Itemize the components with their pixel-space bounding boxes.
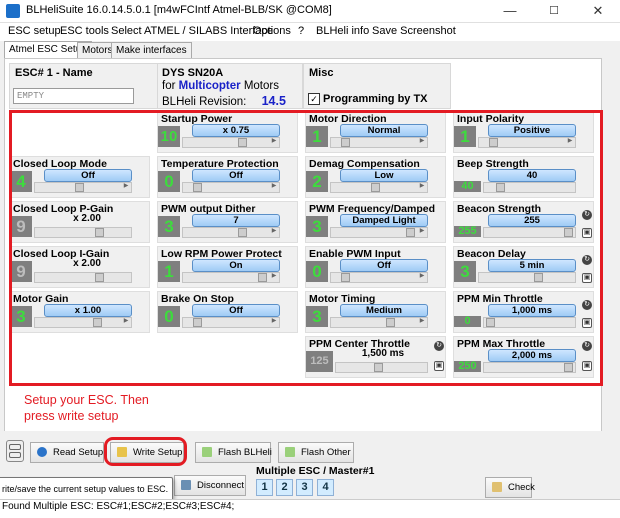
menu-save-screenshot[interactable]: Save Screenshot: [372, 25, 456, 37]
misc-label: Misc: [309, 67, 334, 79]
esc-select-2[interactable]: 2: [276, 479, 293, 496]
motors-text: Motors: [243, 80, 279, 92]
write-setup-tooltip: rite/save the current setup values to ES…: [0, 477, 173, 501]
esc-name-label: ESC# 1 - Name: [15, 67, 93, 79]
menu-esc-tools[interactable]: ESC tools: [60, 25, 109, 37]
misc-box: Misc ✓ Programming by TX: [303, 63, 451, 109]
check-icon: [492, 482, 502, 492]
window-title: BLHeliSuite 16.0.14.5.0.1 [m4wFCIntf Atm…: [26, 4, 332, 16]
revision-label: BLHeli Revision:: [162, 96, 247, 108]
flash-icon: [202, 447, 212, 457]
read-setup-button[interactable]: Read Setup: [30, 442, 104, 463]
esc-select-4[interactable]: 4: [317, 479, 334, 496]
menu-blheli-info[interactable]: BLHeli info: [316, 25, 369, 37]
close-button[interactable]: ✕: [576, 0, 620, 22]
programming-by-tx-checkbox[interactable]: ✓: [308, 93, 320, 105]
menu-options[interactable]: Options: [253, 25, 291, 37]
status-bar: Found Multiple ESC: ESC#1;ESC#2;ESC#3;ES…: [0, 499, 620, 518]
read-icon: [37, 447, 47, 457]
menu-help[interactable]: ?: [298, 25, 304, 37]
toggle-icon[interactable]: [6, 440, 24, 462]
esc-select-3[interactable]: 3: [296, 479, 313, 496]
minimize-button[interactable]: —: [488, 0, 532, 22]
menu-bar: ESC setup ESC tools Select ATMEL / SILAB…: [0, 23, 620, 41]
flash-blheli-button[interactable]: Flash BLHeli: [195, 442, 272, 463]
esc-name-box: ESC# 1 - Name EMPTY: [9, 63, 158, 109]
tab-make-interfaces[interactable]: Make interfaces: [111, 42, 192, 58]
for-text: for: [162, 80, 176, 92]
menu-select-interface[interactable]: Select ATMEL / SILABS Interface: [111, 25, 273, 37]
flash-other-button[interactable]: Flash Other: [278, 442, 354, 463]
menu-esc-setup[interactable]: ESC setup: [8, 25, 61, 37]
check-button[interactable]: Check: [485, 477, 535, 498]
write-setup-highlight: [104, 437, 187, 466]
esc-name-input[interactable]: EMPTY: [13, 88, 134, 104]
plug-icon: [181, 480, 191, 490]
revision-value: 14.5: [261, 94, 286, 108]
multiple-esc-label: Multiple ESC / Master#1: [256, 465, 375, 477]
programming-by-tx-label: Programming by TX: [323, 93, 428, 105]
esc-model-box: DYS SN20A for Multicopter Motors BLHeli …: [157, 63, 303, 109]
annotation-highlight-box: [9, 110, 603, 386]
esc-model: DYS SN20A: [162, 67, 224, 79]
maximize-button[interactable]: ☐: [532, 0, 576, 22]
disconnect-button[interactable]: Disconnect: [174, 475, 246, 496]
app-icon: [6, 4, 20, 18]
esc-type: Multicopter: [178, 80, 241, 92]
esc-select-1[interactable]: 1: [256, 479, 273, 496]
annotation-text: Setup your ESC. Then press write setup: [24, 393, 149, 423]
flash-icon: [285, 447, 295, 457]
title-bar: BLHeliSuite 16.0.14.5.0.1 [m4wFCIntf Atm…: [0, 0, 620, 23]
